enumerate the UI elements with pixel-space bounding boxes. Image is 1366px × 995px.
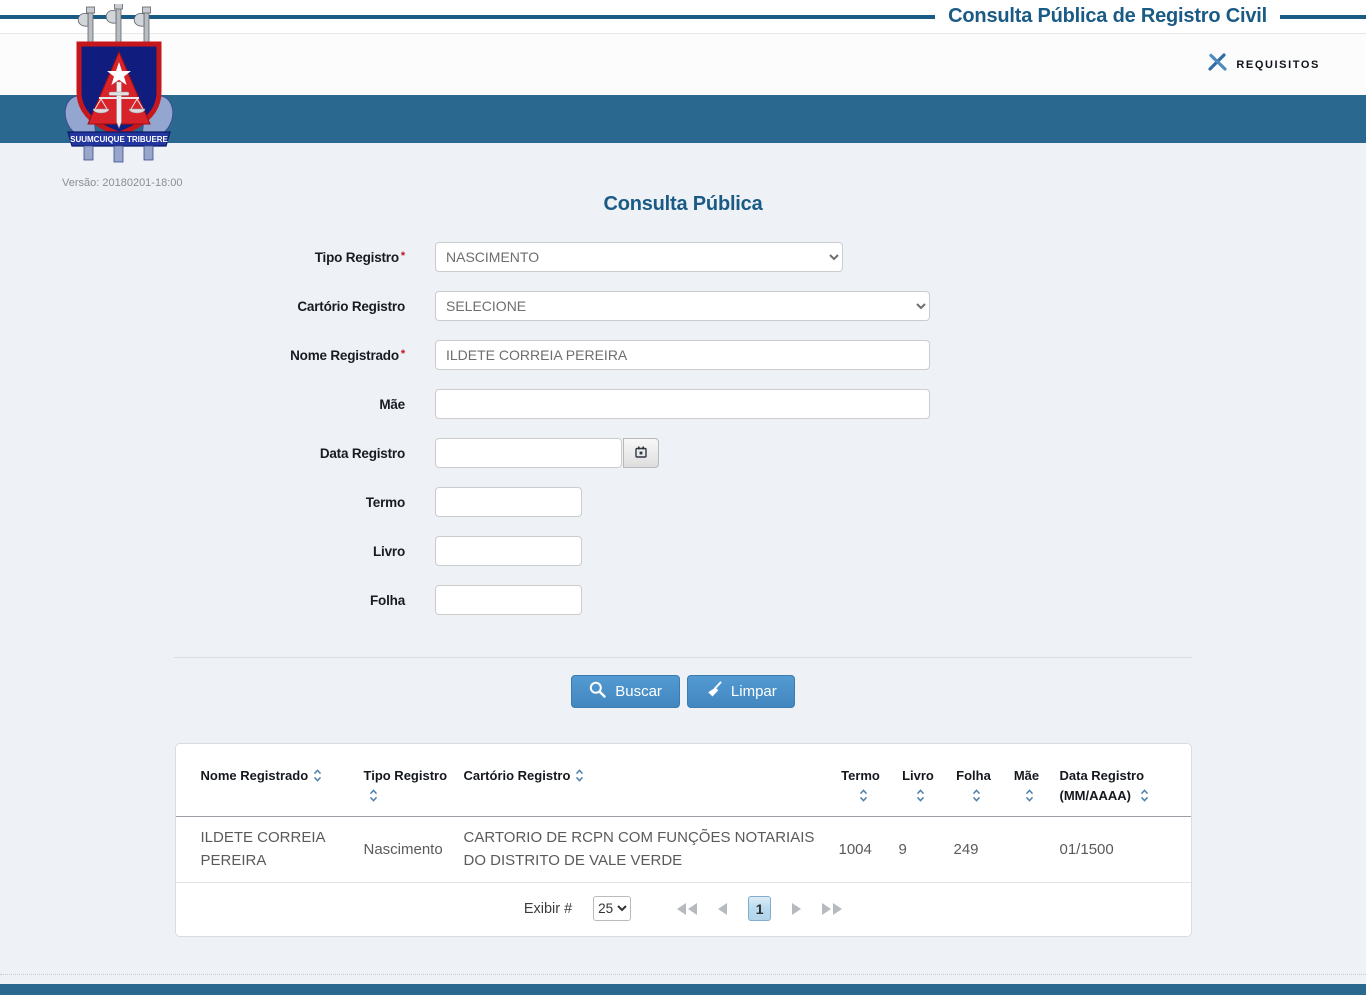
termo-label: Termo [365,494,405,510]
column-header-livro[interactable]: Livro [891,754,946,817]
table-header-row: Nome Registrado Tipo Registro Cartório R… [175,754,1191,817]
results-card: Nome Registrado Tipo Registro Cartório R… [174,743,1192,938]
page-number-button[interactable]: 1 [748,896,772,922]
exibir-label: Exibir # [523,900,573,917]
nome-registrado-input[interactable] [435,340,930,370]
tipo-registro-select[interactable]: NASCIMENTO [435,242,843,272]
header-band [0,95,1366,143]
data-registro-input[interactable] [435,438,622,468]
form-row-cartorio-registro: Cartório Registro SELECIONE [0,291,1366,321]
column-header-data[interactable]: Data Registro (MM/AAAA) [1052,754,1191,817]
cell-termo: 1004 [838,840,872,858]
required-marker: * [400,249,405,262]
buscar-button[interactable]: Buscar [571,675,680,708]
form-divider [174,657,1192,658]
search-icon [589,681,606,702]
sort-icon [576,769,584,782]
limpar-label: Limpar [730,683,777,700]
form-title: Consulta Pública [603,193,763,215]
page-title: Consulta Pública de Registro Civil [935,3,1280,30]
cell-folha: 249 [953,840,979,858]
footer-divider [0,974,1366,976]
sort-icon [369,789,377,802]
cell-cartorio: CARTORIO DE RCPN COM FUNÇÕES NOTARIAIS D… [463,829,815,869]
cell-nome: ILDETE CORREIA PEREIRA [200,829,325,869]
sort-icon [1025,789,1033,802]
termo-input[interactable] [435,487,582,517]
next-page-button[interactable] [792,902,802,915]
cartorio-registro-select[interactable]: SELECIONE [435,291,930,321]
sort-icon [1140,789,1148,802]
sort-icon [314,769,322,782]
requisitos-link[interactable]: REQUISITOS [1208,53,1320,76]
data-registro-label: Data Registro [319,445,405,461]
first-page-button[interactable] [677,902,698,915]
limpar-button[interactable]: Limpar [686,675,795,708]
column-header-termo[interactable]: Termo [831,754,891,817]
livro-input[interactable] [435,536,582,566]
table-row[interactable]: ILDETE CORREIA PEREIRA Nascimento CARTOR… [175,817,1191,883]
sort-icon [859,789,867,802]
mae-input[interactable] [435,389,930,419]
sort-icon [972,789,980,802]
page-size-select[interactable]: 25 [593,896,632,922]
form-row-nome-registrado: Nome Registrado * [0,340,1366,370]
toolbar-row: REQUISITOS [0,33,1366,95]
cartorio-registro-label: Cartório Registro [297,298,405,314]
results-table: Nome Registrado Tipo Registro Cartório R… [175,754,1191,883]
column-header-cartorio[interactable]: Cartório Registro [456,754,831,817]
calendar-button[interactable] [623,438,659,468]
coat-of-arms-icon: SUUMCUIQUE TRIBUERE [64,2,174,163]
search-form: Tipo Registro * NASCIMENTO Cartório Regis… [0,242,1366,615]
buscar-label: Buscar [615,683,662,700]
prev-page-button[interactable] [718,902,728,915]
form-row-livro: Livro [0,536,1366,566]
requisitos-label: REQUISITOS [1236,58,1320,71]
broom-icon [705,681,722,702]
folha-label: Folha [370,592,405,608]
folha-input[interactable] [435,585,582,615]
column-header-mae[interactable]: Mãe [1002,754,1052,817]
cell-data: 01/1500 [1059,840,1114,858]
form-row-termo: Termo [0,487,1366,517]
cell-tipo: Nascimento [363,840,443,858]
version-label: Versão: 20180201-18:00 [62,177,183,189]
page: Consulta Pública de Registro Civil REQUI… [0,0,1366,995]
required-marker: * [400,347,405,360]
cell-livro: 9 [898,840,907,858]
nome-registrado-label: Nome Registrado * [290,347,405,363]
tipo-registro-label: Tipo Registro * [314,249,405,265]
pagination: Exibir # 25 1 [176,883,1191,936]
logo: SUUMCUIQUE TRIBUERE Versão: 20180201-18:… [62,2,183,189]
tools-icon [1208,53,1227,76]
mae-label: Mãe [379,396,405,412]
livro-label: Livro [372,543,405,559]
top-header: Consulta Pública de Registro Civil [0,0,1366,33]
sort-icon [916,789,925,802]
form-row-data-registro: Data Registro [0,438,1366,468]
column-header-tipo[interactable]: Tipo Registro [356,754,456,817]
last-page-button[interactable] [822,902,843,915]
form-row-tipo-registro: Tipo Registro * NASCIMENTO [0,242,1366,272]
cell-mae [1002,817,1052,883]
column-header-folha[interactable]: Folha [946,754,1002,817]
column-header-nome[interactable]: Nome Registrado [176,754,356,817]
logo-motto: SUUMCUIQUE TRIBUERE [70,135,168,144]
form-row-folha: Folha [0,585,1366,615]
calendar-icon [635,446,647,461]
action-buttons: Buscar Limpar [0,675,1366,708]
form-row-mae: Mãe [0,389,1366,419]
footer-bar: 5ª Av. do CAB, nº 560, Salvador/BA - Bra… [0,984,1366,995]
